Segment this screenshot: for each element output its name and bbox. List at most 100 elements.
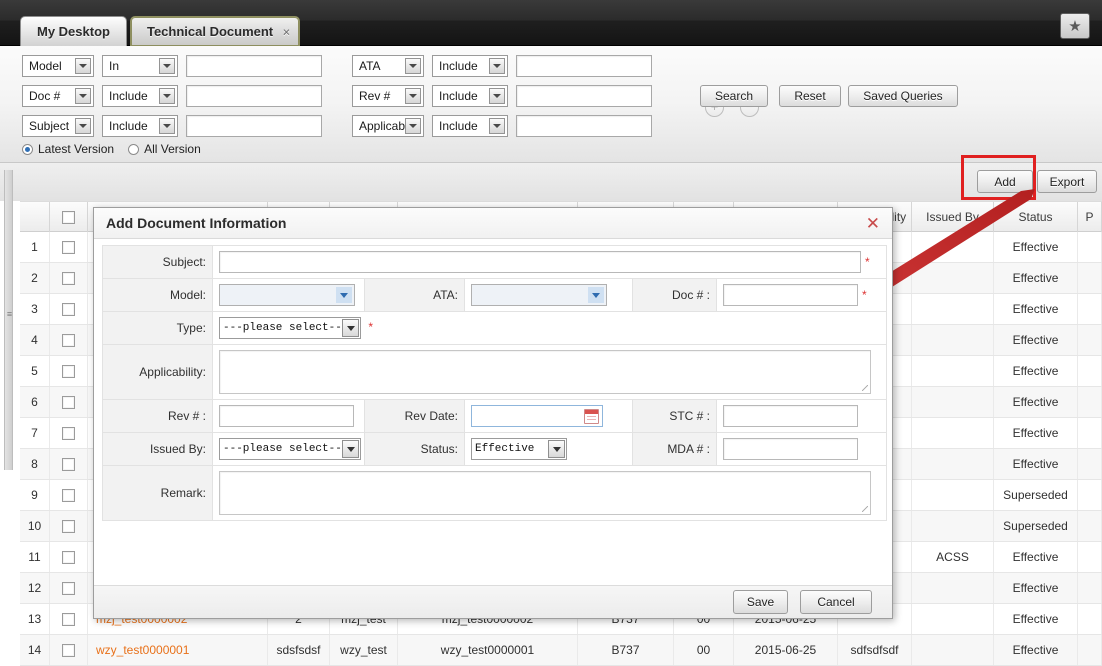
row-checkbox[interactable] xyxy=(62,520,75,534)
type-select[interactable]: ---please select--- xyxy=(219,317,361,339)
cell-pdf[interactable] xyxy=(1078,604,1102,634)
applicability-textarea[interactable] xyxy=(219,350,871,394)
stc-input[interactable] xyxy=(723,405,858,427)
grid-header-issuedby[interactable]: Issued By xyxy=(912,202,994,232)
tab-my-desktop[interactable]: My Desktop xyxy=(20,16,127,46)
row-checkbox[interactable] xyxy=(62,334,75,348)
row-checkbox[interactable] xyxy=(62,458,75,472)
chevron-down-icon[interactable] xyxy=(489,88,505,104)
chevron-down-icon[interactable] xyxy=(342,319,359,337)
cell-pdf[interactable] xyxy=(1078,294,1102,324)
row-checkbox[interactable] xyxy=(62,489,75,503)
filter-field-select-6[interactable]: Applicabi xyxy=(352,115,424,137)
ata-select[interactable] xyxy=(471,284,607,306)
cell-pdf[interactable] xyxy=(1078,325,1102,355)
row-checkbox[interactable] xyxy=(62,241,75,255)
chevron-down-icon[interactable] xyxy=(75,118,91,134)
filter-operator-select-2[interactable]: Include xyxy=(102,85,178,107)
reset-button[interactable]: Reset xyxy=(779,85,841,107)
filter-value-input-2[interactable] xyxy=(186,85,322,107)
filter-operator-select-3[interactable]: Include xyxy=(102,115,178,137)
filter-operator-select-6[interactable]: Include xyxy=(432,115,508,137)
chevron-down-icon[interactable] xyxy=(405,118,421,134)
save-button[interactable]: Save xyxy=(733,590,788,614)
cell-pdf[interactable] xyxy=(1078,356,1102,386)
filter-field-select-3[interactable]: Subject xyxy=(22,115,94,137)
cell-pdf[interactable] xyxy=(1078,449,1102,479)
close-icon[interactable]: ✕ xyxy=(866,208,880,239)
issuedby-select[interactable]: ---please select--- xyxy=(219,438,361,460)
saved-queries-button[interactable]: Saved Queries xyxy=(848,85,958,107)
cell-issued_by xyxy=(912,480,994,510)
cell-pdf[interactable] xyxy=(1078,542,1102,572)
chevron-down-icon[interactable] xyxy=(75,58,91,74)
doc-input[interactable] xyxy=(723,284,858,306)
chevron-down-icon[interactable] xyxy=(405,88,421,104)
filter-field-select-1[interactable]: Model xyxy=(22,55,94,77)
favorite-star-icon[interactable]: ★ xyxy=(1060,13,1090,39)
cell-pdf[interactable] xyxy=(1078,480,1102,510)
cell-doc[interactable]: wzy_test0000001 xyxy=(88,635,268,665)
row-checkbox[interactable] xyxy=(62,551,75,565)
chevron-down-icon[interactable] xyxy=(405,58,421,74)
row-checkbox[interactable] xyxy=(62,272,75,286)
grid-header-pdf[interactable]: P xyxy=(1078,202,1102,232)
table-row[interactable]: 14 wzy_test0000001 sdsfsdsf wzy_test wzy_tes… xyxy=(20,635,1102,666)
chevron-down-icon[interactable] xyxy=(75,88,91,104)
row-checkbox[interactable] xyxy=(62,365,75,379)
filter-field-select-5[interactable]: Rev # xyxy=(352,85,424,107)
filter-operator-select-5[interactable]: Include xyxy=(432,85,508,107)
status-select[interactable]: Effective xyxy=(471,438,567,460)
export-button[interactable]: Export xyxy=(1037,170,1097,193)
radio-all-version[interactable]: All Version xyxy=(128,142,201,156)
filter-value-input-6[interactable] xyxy=(516,115,652,137)
grid-header-status[interactable]: Status xyxy=(994,202,1078,232)
chevron-down-icon[interactable] xyxy=(342,440,359,458)
mda-input[interactable] xyxy=(723,438,858,460)
remark-textarea[interactable] xyxy=(219,471,871,515)
cell-pdf[interactable] xyxy=(1078,232,1102,262)
cell-pdf[interactable] xyxy=(1078,263,1102,293)
model-select[interactable] xyxy=(219,284,355,306)
doc-cell: * xyxy=(716,278,887,312)
filter-value-input-3[interactable] xyxy=(186,115,322,137)
chevron-down-icon[interactable] xyxy=(489,58,505,74)
revdate-input[interactable] xyxy=(471,405,603,427)
cell-pdf[interactable] xyxy=(1078,387,1102,417)
row-checkbox[interactable] xyxy=(62,644,75,658)
cell-pdf[interactable] xyxy=(1078,511,1102,541)
add-button[interactable]: Add xyxy=(977,170,1033,193)
row-checkbox[interactable] xyxy=(62,303,75,317)
chevron-down-icon[interactable] xyxy=(159,58,175,74)
filter-field-select-4[interactable]: ATA xyxy=(352,55,424,77)
row-checkbox[interactable] xyxy=(62,582,75,596)
row-checkbox[interactable] xyxy=(62,396,75,410)
rev-input[interactable] xyxy=(219,405,354,427)
row-checkbox[interactable] xyxy=(62,613,75,627)
chevron-down-icon[interactable] xyxy=(159,88,175,104)
cell-pdf[interactable] xyxy=(1078,573,1102,603)
chevron-down-icon[interactable] xyxy=(489,118,505,134)
chevron-down-icon[interactable] xyxy=(159,118,175,134)
row-checkbox[interactable] xyxy=(62,427,75,441)
filter-value-input-4[interactable] xyxy=(516,55,652,77)
filter-value-input-5[interactable] xyxy=(516,85,652,107)
cell-pdf[interactable] xyxy=(1078,635,1102,665)
tab-close-icon[interactable]: × xyxy=(283,25,291,38)
panel-collapse-splitter[interactable] xyxy=(4,170,14,470)
filter-operator-select-1[interactable]: In xyxy=(102,55,178,77)
filter-operator-select-4[interactable]: Include xyxy=(432,55,508,77)
calendar-icon[interactable] xyxy=(584,409,599,424)
select-all-checkbox[interactable] xyxy=(62,211,75,225)
chevron-down-icon[interactable] xyxy=(588,287,604,303)
chevron-down-icon[interactable] xyxy=(336,287,352,303)
cancel-button[interactable]: Cancel xyxy=(800,590,872,614)
radio-latest-version[interactable]: Latest Version xyxy=(22,142,114,156)
cell-pdf[interactable] xyxy=(1078,418,1102,448)
search-button[interactable]: Search xyxy=(700,85,768,107)
tab-technical-document[interactable]: Technical Document × xyxy=(129,16,301,46)
chevron-down-icon[interactable] xyxy=(548,440,565,458)
filter-field-select-2[interactable]: Doc # xyxy=(22,85,94,107)
subject-input[interactable] xyxy=(219,251,861,273)
filter-value-input-1[interactable] xyxy=(186,55,322,77)
